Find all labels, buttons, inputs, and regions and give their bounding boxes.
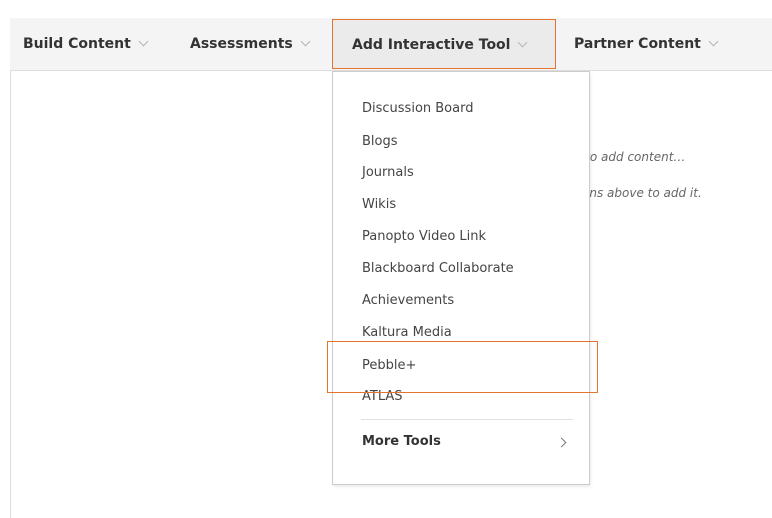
build-content-menu-button[interactable]: Build Content: [23, 18, 149, 70]
menu-item-achievements[interactable]: Achievements: [362, 293, 454, 308]
menu-item-blackboard-collaborate[interactable]: Blackboard Collaborate: [362, 261, 514, 276]
chevron-down-icon: [138, 36, 149, 47]
page: Build Content Assessments Add Interactiv…: [0, 0, 772, 518]
menu-item-wikis[interactable]: Wikis: [362, 197, 396, 212]
empty-content-hint-line1: e to add content…: [574, 150, 686, 164]
build-content-label: Build Content: [23, 36, 131, 52]
chevron-down-icon: [708, 36, 719, 47]
chevron-right-icon: [556, 437, 567, 448]
assessments-menu-button[interactable]: Assessments: [190, 18, 311, 70]
menu-item-journals[interactable]: Journals: [362, 165, 414, 180]
more-tools-menu-item[interactable]: More Tools: [362, 434, 441, 449]
empty-content-hint-line2: tions above to add it.: [574, 186, 702, 200]
menu-item-discussion-board[interactable]: Discussion Board: [362, 101, 473, 116]
menu-item-kaltura-media[interactable]: Kaltura Media: [362, 325, 452, 340]
chevron-down-icon: [300, 36, 311, 47]
assessments-label: Assessments: [190, 36, 293, 52]
menu-divider: [361, 419, 573, 420]
chevron-down-icon: [518, 37, 528, 48]
menu-item-blogs[interactable]: Blogs: [362, 134, 398, 149]
menu-item-pebble-plus[interactable]: Pebble+: [362, 358, 416, 373]
content-toolbar: Build Content Assessments Add Interactiv…: [10, 18, 772, 71]
partner-content-menu-button[interactable]: Partner Content: [574, 18, 719, 70]
add-interactive-tool-dropdown: Discussion Board Blogs Journals Wikis Pa…: [332, 71, 590, 485]
menu-item-panopto-video-link[interactable]: Panopto Video Link: [362, 229, 486, 244]
add-interactive-tool-label: Add Interactive Tool: [352, 37, 511, 53]
add-interactive-tool-menu-button[interactable]: Add Interactive Tool: [332, 19, 556, 69]
partner-content-label: Partner Content: [574, 36, 701, 52]
menu-item-atlas[interactable]: ATLAS: [362, 389, 403, 404]
